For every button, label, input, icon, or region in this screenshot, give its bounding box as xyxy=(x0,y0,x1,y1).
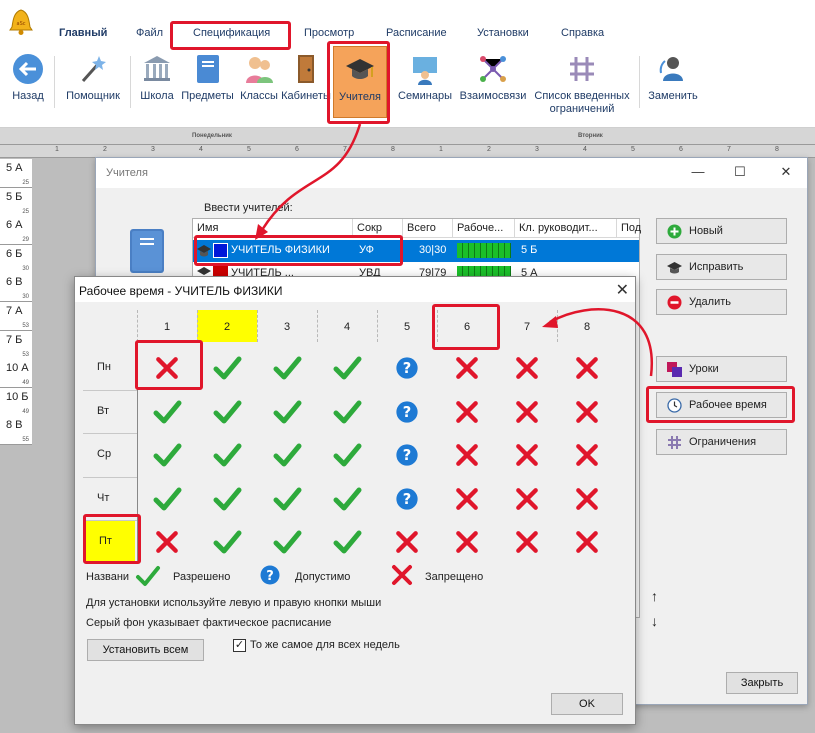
annotation-arrows xyxy=(255,123,654,377)
